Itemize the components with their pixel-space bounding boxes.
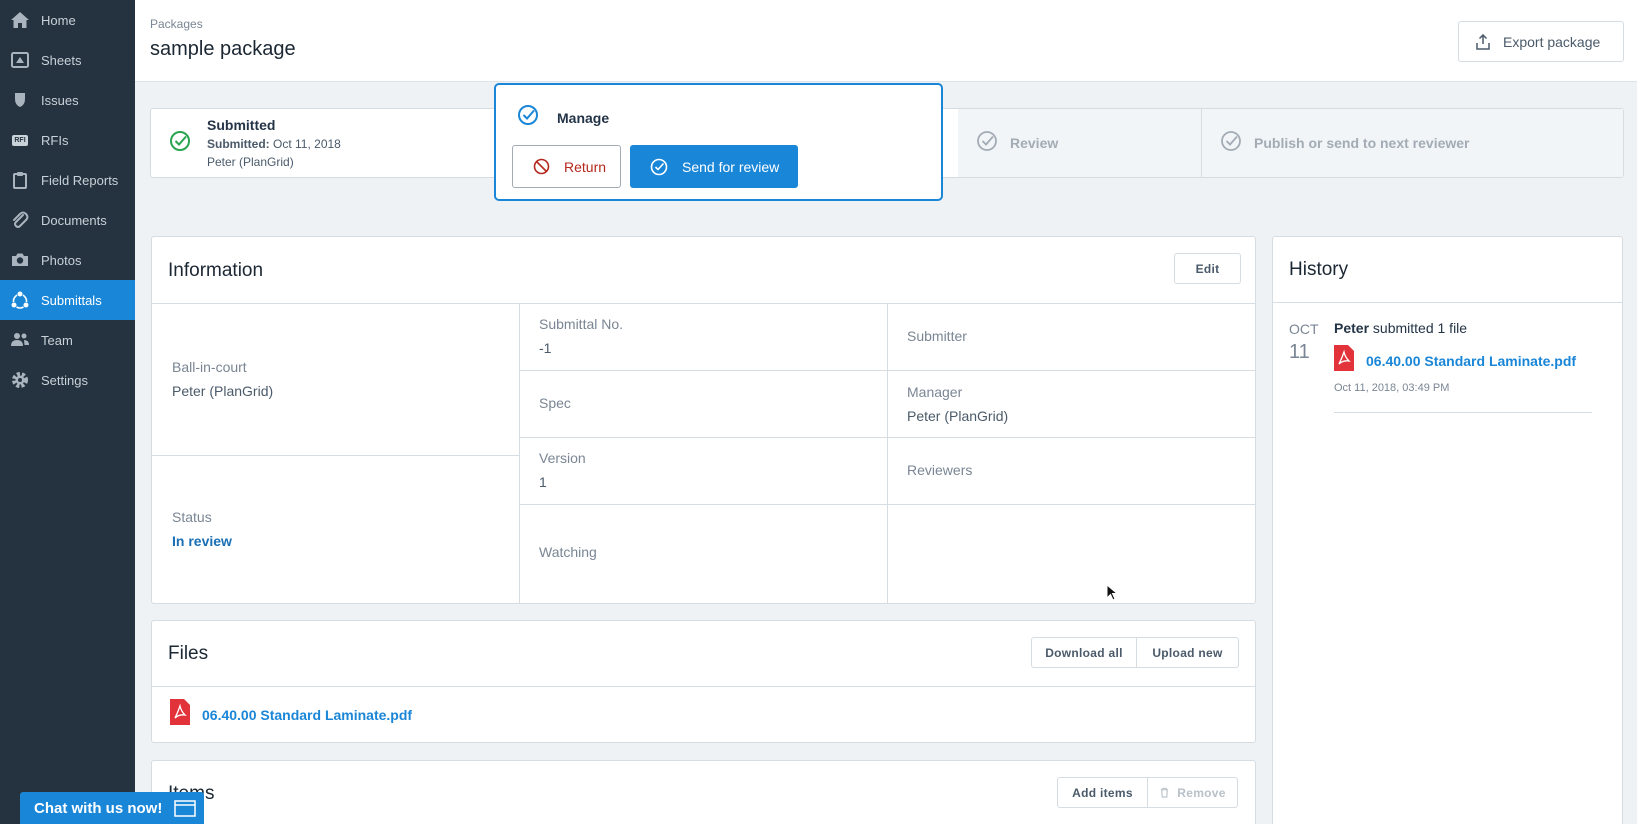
file-item[interactable]: 06.40.00 Standard Laminate.pdf xyxy=(170,699,412,730)
sidebar-item-label: Issues xyxy=(41,92,79,108)
submitted-by: Peter (PlanGrid) xyxy=(207,155,294,169)
history-panel: History OCT 11 Peter submitted 1 file 06… xyxy=(1272,236,1623,824)
check-circle-icon xyxy=(650,158,668,175)
pdf-icon xyxy=(170,699,190,730)
issues-icon xyxy=(9,89,31,111)
workflow-step-title: Submitted xyxy=(207,117,276,133)
download-all-button[interactable]: Download all xyxy=(1031,637,1137,668)
trash-icon xyxy=(1161,787,1169,798)
breadcrumb[interactable]: Packages xyxy=(150,17,203,31)
remove-label: Remove xyxy=(1177,785,1226,800)
manage-title: Manage xyxy=(557,109,610,126)
history-day: 11 xyxy=(1289,341,1310,363)
status-badge: In review xyxy=(172,533,232,549)
check-circle-icon xyxy=(169,130,191,157)
history-action: submitted 1 file xyxy=(1372,320,1468,336)
manager-field: Manager Peter (PlanGrid) xyxy=(907,384,1009,424)
sidebar-item-label: Submittals xyxy=(41,292,102,308)
chat-window-icon xyxy=(174,800,196,817)
submitted-date: Oct 11, 2018 xyxy=(273,137,341,151)
rfi-icon: RFI xyxy=(12,134,28,146)
sidebar-item-label: RFIs xyxy=(41,132,69,148)
remove-button[interactable]: Remove xyxy=(1147,777,1238,808)
history-file-link[interactable]: 06.40.00 Standard Laminate.pdf xyxy=(1366,353,1576,369)
history-file[interactable]: 06.40.00 Standard Laminate.pdf xyxy=(1334,345,1576,376)
paperclip-icon xyxy=(9,209,31,231)
edit-button[interactable]: Edit xyxy=(1174,253,1241,284)
spec-field: Spec xyxy=(539,395,571,411)
history-actor: Peter xyxy=(1334,320,1370,336)
export-package-label: Export package xyxy=(1503,33,1601,50)
workflow-step-review: Review xyxy=(958,109,1201,177)
pdf-icon xyxy=(1334,345,1354,376)
sidebar-item-team[interactable]: Team xyxy=(0,320,135,360)
sidebar-item-label: Field Reports xyxy=(41,172,119,188)
submittal-no-field: Submittal No. -1 xyxy=(539,316,624,356)
chat-widget-button[interactable]: Chat with us now! xyxy=(20,792,204,824)
gear-icon xyxy=(9,369,31,391)
team-icon xyxy=(9,329,31,351)
sidebar-item-label: Settings xyxy=(41,372,88,388)
sidebar-item-rfis[interactable]: RFI RFIs xyxy=(0,120,135,160)
clipboard-icon xyxy=(9,169,31,191)
submitter-field: Submitter xyxy=(907,328,967,344)
submittals-icon xyxy=(9,289,31,311)
sidebar-item-label: Team xyxy=(41,332,73,348)
workflow-step-title: Publish or send to next reviewer xyxy=(1254,135,1470,151)
export-icon xyxy=(1476,33,1490,50)
submitted-date-label: Submitted: xyxy=(207,137,270,151)
information-panel: Information Edit Ball-in-court Peter (Pl… xyxy=(151,236,1256,604)
watching-field: Watching xyxy=(539,544,597,560)
return-label: Return xyxy=(564,158,607,175)
sidebar-item-sheets[interactable]: Sheets xyxy=(0,40,135,80)
check-circle-icon xyxy=(517,104,539,131)
return-button[interactable]: Return xyxy=(512,145,621,188)
sidebar-item-submittals[interactable]: Submittals xyxy=(0,280,135,320)
files-panel: Files Download all Upload new 06.40.00 S… xyxy=(151,620,1256,743)
file-link[interactable]: 06.40.00 Standard Laminate.pdf xyxy=(202,707,412,723)
version-field: Version 1 xyxy=(539,450,586,490)
history-title: History xyxy=(1289,259,1349,280)
files-title: Files xyxy=(168,643,209,664)
workflow-step-title: Review xyxy=(1010,135,1059,151)
sidebar: Home Sheets Issues RFI RFIs Field Report… xyxy=(0,0,135,824)
page-title: sample package xyxy=(150,38,296,60)
sidebar-item-label: Home xyxy=(41,12,76,28)
send-for-review-button[interactable]: Send for review xyxy=(630,145,798,188)
export-package-button[interactable]: Export package xyxy=(1458,21,1624,62)
sidebar-item-label: Photos xyxy=(41,252,82,268)
information-grid: Ball-in-court Peter (PlanGrid) Status In… xyxy=(152,303,1255,604)
home-icon xyxy=(9,9,31,31)
items-panel: Items Add items Remove xyxy=(151,760,1256,824)
upload-new-button[interactable]: Upload new xyxy=(1136,637,1239,668)
check-circle-icon xyxy=(1220,130,1242,157)
sidebar-item-documents[interactable]: Documents xyxy=(0,200,135,240)
camera-icon xyxy=(9,249,31,271)
sidebar-item-settings[interactable]: Settings xyxy=(0,360,135,400)
sheets-icon xyxy=(9,49,31,71)
sidebar-item-issues[interactable]: Issues xyxy=(0,80,135,120)
sidebar-item-label: Documents xyxy=(41,212,107,228)
page-header: Packages sample package Export package xyxy=(135,0,1637,82)
history-timestamp: Oct 11, 2018, 03:49 PM xyxy=(1334,382,1450,394)
workflow-step-submitted: Submitted Submitted: Oct 11, 2018 Peter … xyxy=(151,109,496,177)
mouse-cursor-icon xyxy=(1106,584,1118,601)
block-icon xyxy=(533,158,550,175)
manage-popover: Manage Return Send for review xyxy=(494,83,943,201)
sidebar-item-photos[interactable]: Photos xyxy=(0,240,135,280)
ball-in-court-field: Ball-in-court Peter (PlanGrid) xyxy=(172,359,274,399)
workflow-step-publish: Publish or send to next reviewer xyxy=(1201,109,1623,177)
check-circle-icon xyxy=(976,130,998,157)
history-month: OCT xyxy=(1289,321,1319,337)
send-for-review-label: Send for review xyxy=(682,158,780,175)
history-entry-text: Peter submitted 1 file xyxy=(1334,320,1467,336)
add-items-button[interactable]: Add items xyxy=(1057,777,1148,808)
chat-label: Chat with us now! xyxy=(34,799,163,817)
status-field: Status In review xyxy=(172,509,232,549)
information-title: Information xyxy=(168,260,264,281)
sidebar-item-field-reports[interactable]: Field Reports xyxy=(0,160,135,200)
sidebar-item-home[interactable]: Home xyxy=(0,0,135,40)
sidebar-item-label: Sheets xyxy=(41,52,82,68)
reviewers-field: Reviewers xyxy=(907,462,973,478)
